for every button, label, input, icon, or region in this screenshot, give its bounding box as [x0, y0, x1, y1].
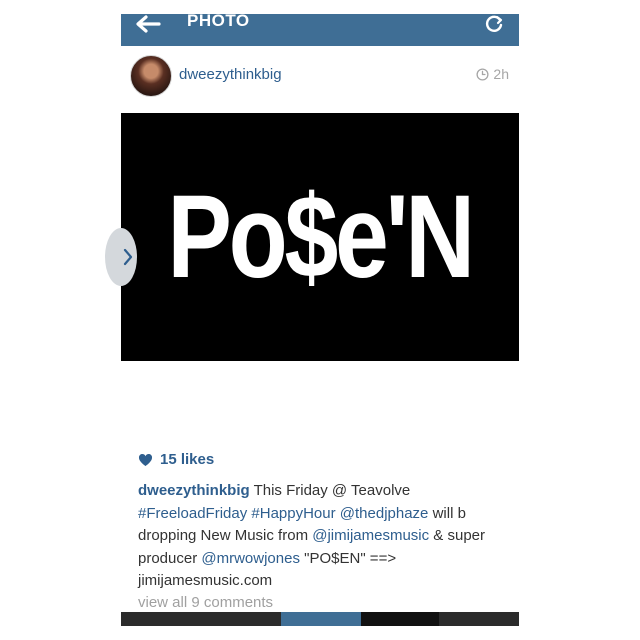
top-bar: PHOTO [121, 14, 519, 46]
clock-icon [476, 67, 489, 81]
hashtag-link[interactable]: #HappyHour [251, 505, 335, 522]
heart-icon [138, 453, 153, 466]
page-title: PHOTO [187, 14, 250, 30]
refresh-icon [485, 15, 503, 32]
tab-profile[interactable] [439, 612, 519, 626]
hashtag-link[interactable]: #FreeloadFriday [138, 505, 247, 522]
tab-home[interactable] [121, 612, 281, 626]
previous-image-button[interactable] [105, 228, 137, 286]
post-time-label: 2h [493, 66, 509, 82]
post-username[interactable]: dweezythinkbig [179, 66, 282, 83]
post-time: 2h [476, 66, 509, 82]
view-all-comments-link[interactable]: view all 9 comments [138, 594, 273, 611]
post-caption: dweezythinkbig This Friday @ Teavolve #F… [138, 480, 508, 593]
likes-count[interactable]: 15 likes [138, 451, 214, 468]
instagram-photo-screen: PHOTO dweezythinkbig 2h Po$e'N 15 likes … [121, 14, 519, 626]
mention-link[interactable]: @thedjphaze [340, 505, 429, 522]
mention-link[interactable]: @mrwowjones [201, 550, 300, 567]
mention-link[interactable]: @jimijamesmusic [312, 527, 429, 544]
avatar[interactable] [130, 55, 172, 97]
tab-active[interactable] [281, 612, 361, 626]
back-button[interactable] [131, 14, 165, 34]
post-header: dweezythinkbig 2h [121, 46, 519, 113]
post-image[interactable]: Po$e'N [121, 113, 519, 361]
arrow-left-icon [136, 15, 161, 33]
likes-label: 15 likes [160, 451, 215, 468]
bottom-tab-bar [121, 612, 519, 626]
caption-text: This Friday @ Teavolve [249, 482, 411, 499]
caption-username[interactable]: dweezythinkbig [138, 482, 250, 499]
refresh-button[interactable] [483, 14, 505, 34]
tab-activity[interactable] [361, 612, 439, 626]
post-image-text: Po$e'N [167, 171, 476, 303]
chevron-right-icon [123, 248, 133, 266]
